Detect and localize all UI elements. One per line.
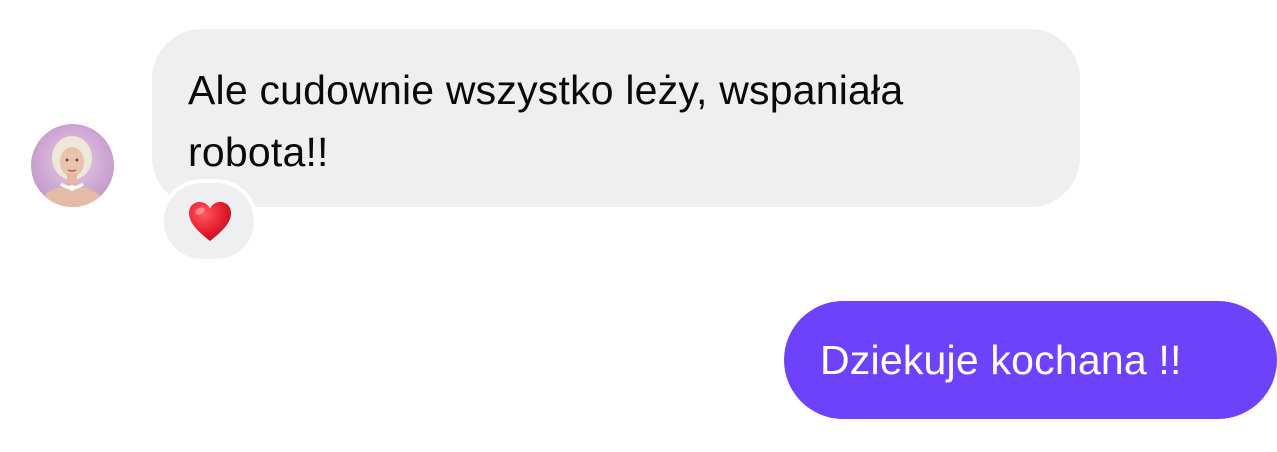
- message-thread: Ale cudownie wszystko leży, wspaniała ro…: [0, 0, 1277, 452]
- outgoing-message-bubble[interactable]: Dziekuje kochana !!: [784, 301, 1277, 419]
- sender-avatar[interactable]: [31, 124, 114, 207]
- heart-icon: [189, 202, 231, 241]
- message-reaction[interactable]: [164, 183, 254, 259]
- avatar-photo-icon: [42, 136, 102, 207]
- outgoing-message-text: Dziekuje kochana !!: [820, 337, 1182, 383]
- incoming-message-text: Ale cudownie wszystko leży, wspaniała ro…: [188, 67, 904, 175]
- incoming-message-bubble[interactable]: Ale cudownie wszystko leży, wspaniała ro…: [152, 29, 1080, 207]
